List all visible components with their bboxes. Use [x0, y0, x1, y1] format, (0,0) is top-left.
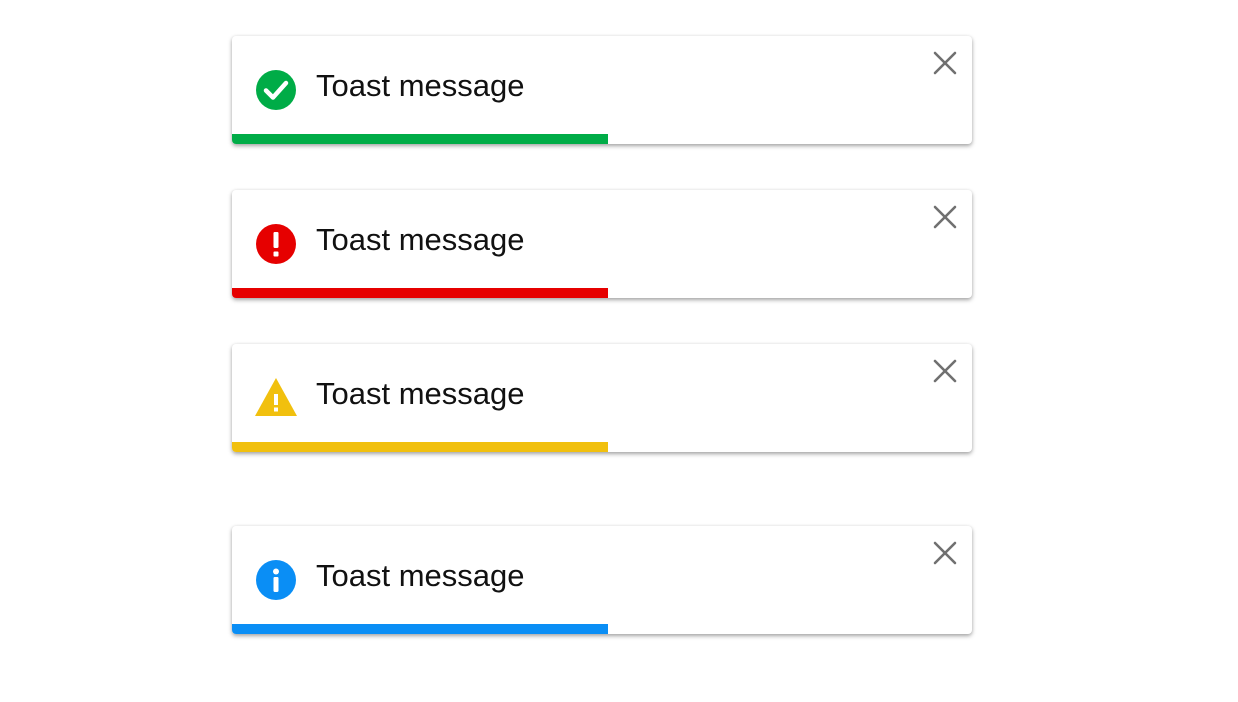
toast-message: Toast message [316, 222, 525, 257]
progress-bar [232, 134, 608, 144]
warning-triangle-icon [254, 376, 298, 420]
close-icon [933, 359, 957, 383]
close-icon [933, 541, 957, 565]
exclamation-circle-icon [254, 222, 298, 266]
toast-success: Toast message [232, 36, 972, 144]
close-button[interactable] [932, 540, 958, 566]
toast-message: Toast message [316, 558, 525, 593]
close-icon [933, 51, 957, 75]
close-button[interactable] [932, 204, 958, 230]
close-button[interactable] [932, 358, 958, 384]
toast-message: Toast message [316, 68, 525, 103]
toast-error: Toast message [232, 190, 972, 298]
progress-bar [232, 442, 608, 452]
info-circle-icon [254, 558, 298, 602]
toast-warning: Toast message [232, 344, 972, 452]
progress-bar [232, 624, 608, 634]
close-icon [933, 205, 957, 229]
toast-info: Toast message [232, 526, 972, 634]
progress-bar [232, 288, 608, 298]
close-button[interactable] [932, 50, 958, 76]
check-circle-icon [254, 68, 298, 112]
toast-message: Toast message [316, 376, 525, 411]
